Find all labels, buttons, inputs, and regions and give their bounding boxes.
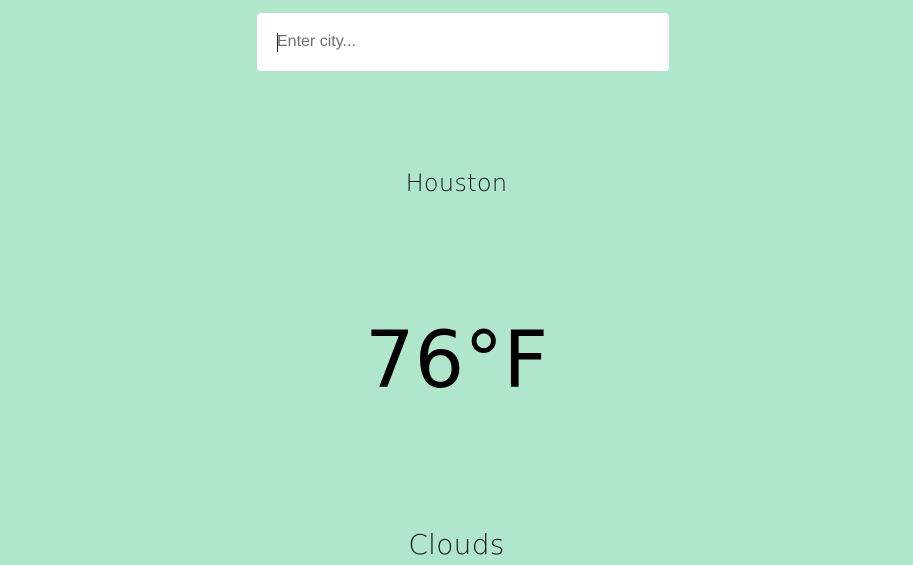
weather-condition: Clouds — [408, 528, 505, 561]
search-box[interactable] — [257, 13, 669, 71]
city-search-input[interactable] — [257, 13, 669, 71]
weather-app: { "search": { "placeholder": "Enter city… — [0, 0, 913, 565]
temperature-display: 76°F — [364, 316, 549, 406]
text-cursor — [277, 33, 278, 52]
city-name: Houston — [405, 169, 508, 197]
